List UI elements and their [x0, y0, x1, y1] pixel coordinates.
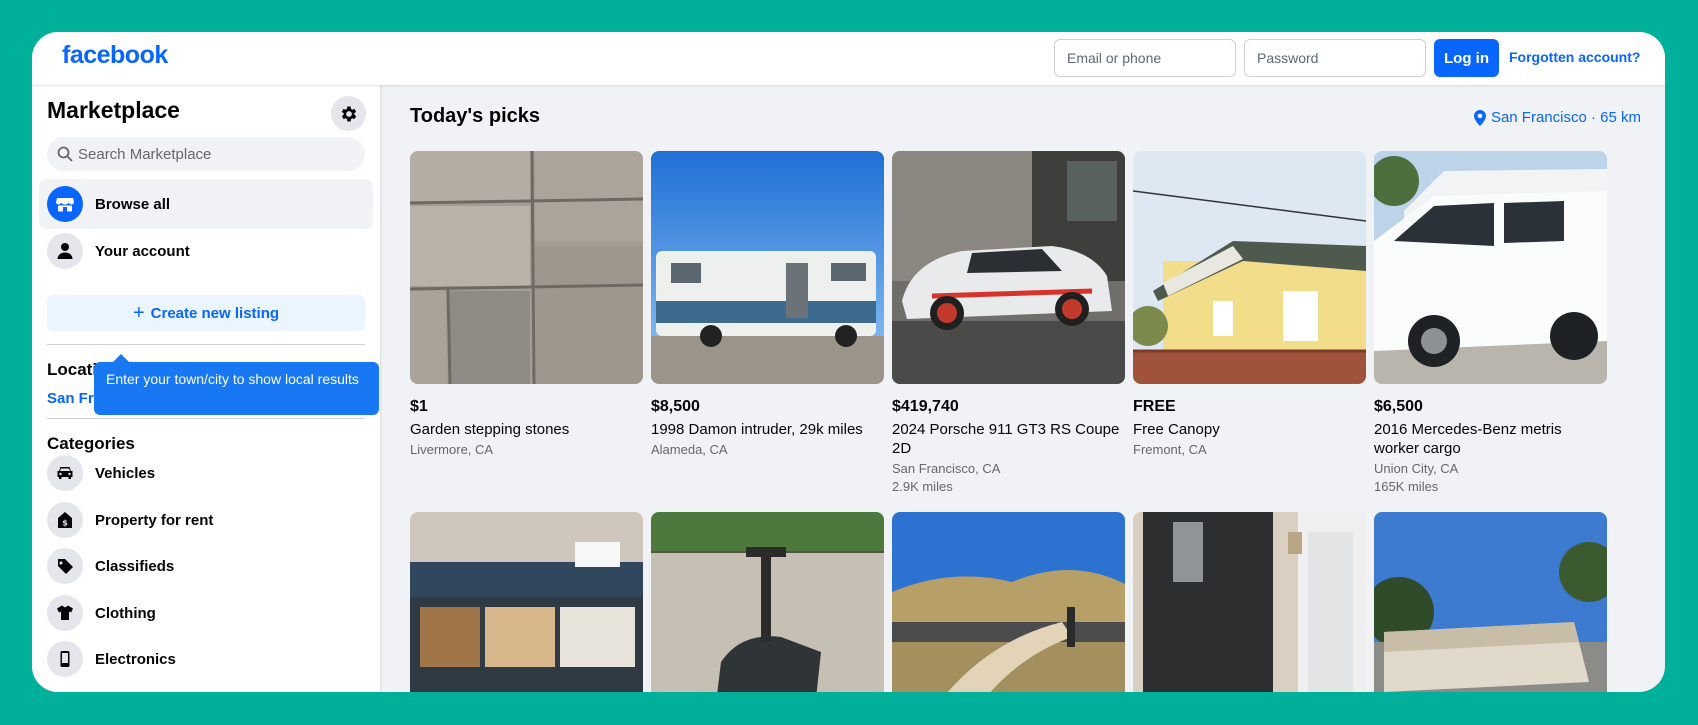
sidebar-item-your-account[interactable]: Your account — [39, 226, 373, 276]
listing-card[interactable]: FREE Free Canopy Fremont, CA — [1133, 151, 1366, 494]
listing-card[interactable]: $8,500 1998 Damon intruder, 29k miles Al… — [651, 151, 884, 494]
category-label: Property for rent — [95, 511, 214, 529]
category-label: Vehicles — [95, 464, 156, 482]
listing-location: Alameda, CA — [651, 442, 728, 457]
location-filter[interactable]: San Francisco · 65 km — [1473, 109, 1641, 126]
listing-price: $8,500 — [651, 398, 700, 415]
create-listing-button[interactable]: + Create new listing — [47, 295, 365, 331]
sidebar-item-label: Browse all — [95, 195, 171, 213]
car-icon — [47, 455, 83, 491]
location-pin-icon — [1473, 109, 1486, 126]
search-icon — [57, 146, 73, 162]
login-button[interactable]: Log in — [1434, 39, 1499, 77]
listing-title: 2024 Porsche 911 GT3 RS Coupe 2D — [892, 421, 1120, 457]
listing-card[interactable]: $6,500 2016 Mercedes-Benz metris worker … — [1374, 151, 1607, 494]
listing-title: 2016 Mercedes-Benz metris worker cargo — [1374, 421, 1562, 457]
sidebar-item-browse-all[interactable]: Browse all — [39, 179, 373, 229]
listing-photo — [892, 512, 1125, 692]
divider — [47, 344, 365, 345]
listing-card[interactable] — [410, 512, 643, 692]
listing-photo — [892, 151, 1125, 384]
search-box — [47, 137, 365, 171]
create-listing-label: Create new listing — [150, 304, 280, 322]
listing-card[interactable]: $419,740 2024 Porsche 911 GT3 RS Coupe 2… — [892, 151, 1125, 494]
phone-icon — [47, 641, 83, 677]
listing-card[interactable] — [1133, 512, 1366, 692]
location-filter-label: San Francisco · 65 km — [1490, 109, 1641, 126]
category-electronics[interactable]: Electronics — [39, 637, 373, 681]
section-title: Today's picks — [410, 105, 540, 127]
listing-photo — [651, 512, 884, 692]
category-label: Electronics — [95, 650, 176, 668]
listing-location: San Francisco, CA — [892, 461, 1001, 476]
listing-mileage: 2.9K miles — [892, 479, 953, 494]
listing-card[interactable]: $1 Garden stepping stones Livermore, CA — [410, 151, 643, 494]
listing-photo — [410, 512, 643, 692]
listing-mileage: 165K miles — [1374, 479, 1439, 494]
listing-price: $1 — [410, 398, 428, 415]
listing-photo — [1374, 512, 1607, 692]
listing-card[interactable] — [892, 512, 1125, 692]
listing-title: Garden stepping stones — [410, 421, 570, 438]
category-vehicles[interactable]: Vehicles — [39, 451, 373, 495]
listing-card[interactable] — [651, 512, 884, 692]
listing-title: Free Canopy — [1133, 421, 1220, 438]
password-field[interactable] — [1244, 39, 1426, 77]
main-content: Today's picks San Francisco · 65 km $1 G… — [380, 85, 1665, 692]
top-bar: facebook Log in Forgotten account? — [32, 32, 1665, 85]
divider — [47, 418, 365, 419]
listing-location: Fremont, CA — [1133, 442, 1207, 457]
plus-icon: + — [132, 301, 145, 324]
storefront-icon — [47, 186, 83, 222]
location-tooltip: Enter your town/city to show local resul… — [94, 362, 379, 415]
browser-window: facebook Log in Forgotten account? Marke… — [32, 32, 1665, 692]
forgotten-account-link[interactable]: Forgotten account? — [1509, 49, 1640, 65]
house-icon: $ — [47, 502, 83, 538]
listing-card[interactable] — [1374, 512, 1607, 692]
category-clothing[interactable]: Clothing — [39, 591, 373, 635]
sidebar-item-label: Your account — [95, 242, 190, 260]
category-label: Clothing — [95, 604, 156, 622]
email-field[interactable] — [1054, 39, 1236, 77]
facebook-logo[interactable]: facebook — [62, 41, 168, 70]
listing-photo — [1133, 151, 1366, 384]
listing-price: FREE — [1133, 398, 1176, 415]
listing-photo — [410, 151, 643, 384]
tag-icon — [47, 548, 83, 584]
search-input[interactable] — [78, 137, 358, 171]
listing-location: Livermore, CA — [410, 442, 494, 457]
category-label: Classifieds — [95, 557, 175, 575]
category-property-for-rent[interactable]: $ Property for rent — [39, 498, 373, 542]
listing-price: $6,500 — [1374, 398, 1423, 415]
user-icon — [47, 233, 83, 269]
page-title: Marketplace — [47, 97, 180, 123]
listing-price: $419,740 — [892, 398, 959, 415]
listing-photo — [651, 151, 884, 384]
listing-location: Union City, CA — [1374, 461, 1459, 476]
category-classifieds[interactable]: Classifieds — [39, 544, 373, 588]
listing-photo — [1374, 151, 1607, 384]
shirt-icon — [47, 595, 83, 631]
listing-photo — [1133, 512, 1366, 692]
settings-button[interactable] — [331, 96, 366, 131]
listing-title: 1998 Damon intruder, 29k miles — [651, 421, 863, 438]
gear-icon — [341, 106, 356, 121]
listing-grid: $1 Garden stepping stones Livermore, CA — [410, 151, 1607, 692]
svg-text:$: $ — [62, 519, 68, 528]
